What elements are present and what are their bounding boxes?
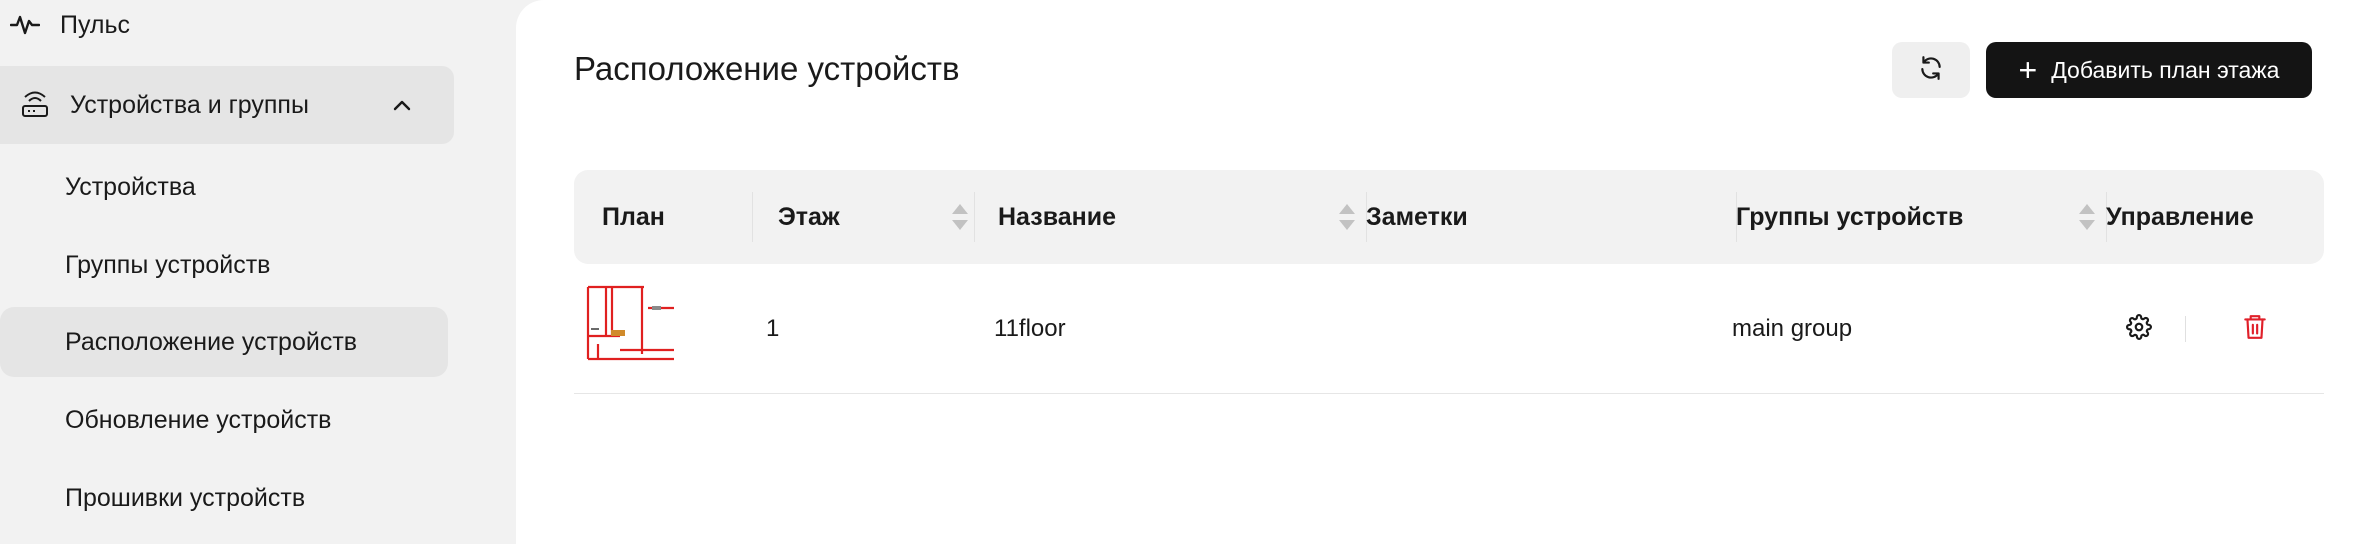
page-title: Расположение устройств — [574, 50, 960, 87]
column-header-label: Заметки — [1366, 202, 1468, 231]
sort-icon[interactable] — [952, 204, 968, 230]
cell-floor: 1 — [766, 315, 780, 342]
sidebar-item-device-location[interactable]: Расположение устройств — [0, 307, 448, 377]
sidebar-item-devices[interactable]: Устройства — [0, 152, 448, 222]
sidebar-group-devices[interactable]: Устройства и группы — [0, 66, 454, 144]
column-header-label: Этаж — [778, 202, 840, 231]
column-header-notes: Заметки — [1366, 170, 1726, 264]
column-divider — [752, 192, 753, 242]
gear-icon — [2126, 313, 2152, 345]
plus-icon: + — [2018, 52, 2038, 88]
sidebar-item-label: Пульс — [60, 10, 131, 39]
delete-button[interactable] — [2240, 314, 2270, 344]
sidebar-item-label: Устройства — [65, 172, 196, 201]
sidebar-item-label: Группы устройств — [65, 250, 271, 279]
refresh-button[interactable] — [1892, 42, 1970, 98]
sidebar-group-label: Устройства и группы — [70, 90, 309, 119]
column-header-name[interactable]: Название — [998, 170, 1355, 264]
add-floor-plan-label: Добавить план этажа — [2051, 56, 2280, 83]
table-row[interactable]: 1 11floor main group — [574, 264, 2324, 394]
floor-plan-thumbnail[interactable] — [586, 284, 676, 362]
sidebar-item-label: Обновление устройств — [65, 405, 332, 434]
column-header-label: Управление — [2106, 202, 2254, 231]
action-divider — [2185, 316, 2186, 342]
sidebar: Пульс Устройства и группы Устройства Гру… — [0, 0, 516, 544]
sidebar-item-label: Прошивки устройств — [65, 483, 306, 512]
column-header-label: Название — [998, 202, 1117, 231]
sidebar-item-device-updates[interactable]: Обновление устройств — [0, 385, 448, 455]
main-panel: Расположение устройств + Добавить план э… — [516, 0, 2362, 544]
column-divider — [974, 192, 975, 242]
refresh-icon — [1918, 55, 1944, 86]
column-header-actions: Управление — [2106, 170, 2316, 264]
table-header: План Этаж Название Заметки Группы устрой… — [574, 170, 2324, 264]
sidebar-item-label: Расположение устройств — [65, 327, 358, 356]
sort-icon[interactable] — [1339, 204, 1355, 230]
router-icon — [20, 89, 52, 121]
pulse-icon — [10, 9, 42, 41]
cell-name: 11floor — [994, 315, 1066, 342]
sort-icon[interactable] — [2079, 204, 2095, 230]
column-header-label: План — [602, 202, 665, 231]
add-floor-plan-button[interactable]: + Добавить план этажа — [1986, 42, 2312, 98]
settings-button[interactable] — [2124, 313, 2154, 345]
trash-icon — [2242, 313, 2268, 346]
sidebar-item-pulse[interactable]: Пульс — [10, 8, 130, 42]
cell-device-groups: main group — [1732, 315, 1853, 342]
column-header-floor[interactable]: Этаж — [778, 170, 968, 264]
column-header-plan: План — [602, 170, 752, 264]
sidebar-item-device-groups[interactable]: Группы устройств — [0, 230, 448, 300]
chevron-up-icon[interactable] — [392, 92, 418, 118]
column-header-device-groups[interactable]: Группы устройств — [1736, 170, 2095, 264]
sidebar-item-firmware[interactable]: Прошивки устройств — [0, 463, 448, 533]
column-header-label: Группы устройств — [1736, 202, 1964, 231]
